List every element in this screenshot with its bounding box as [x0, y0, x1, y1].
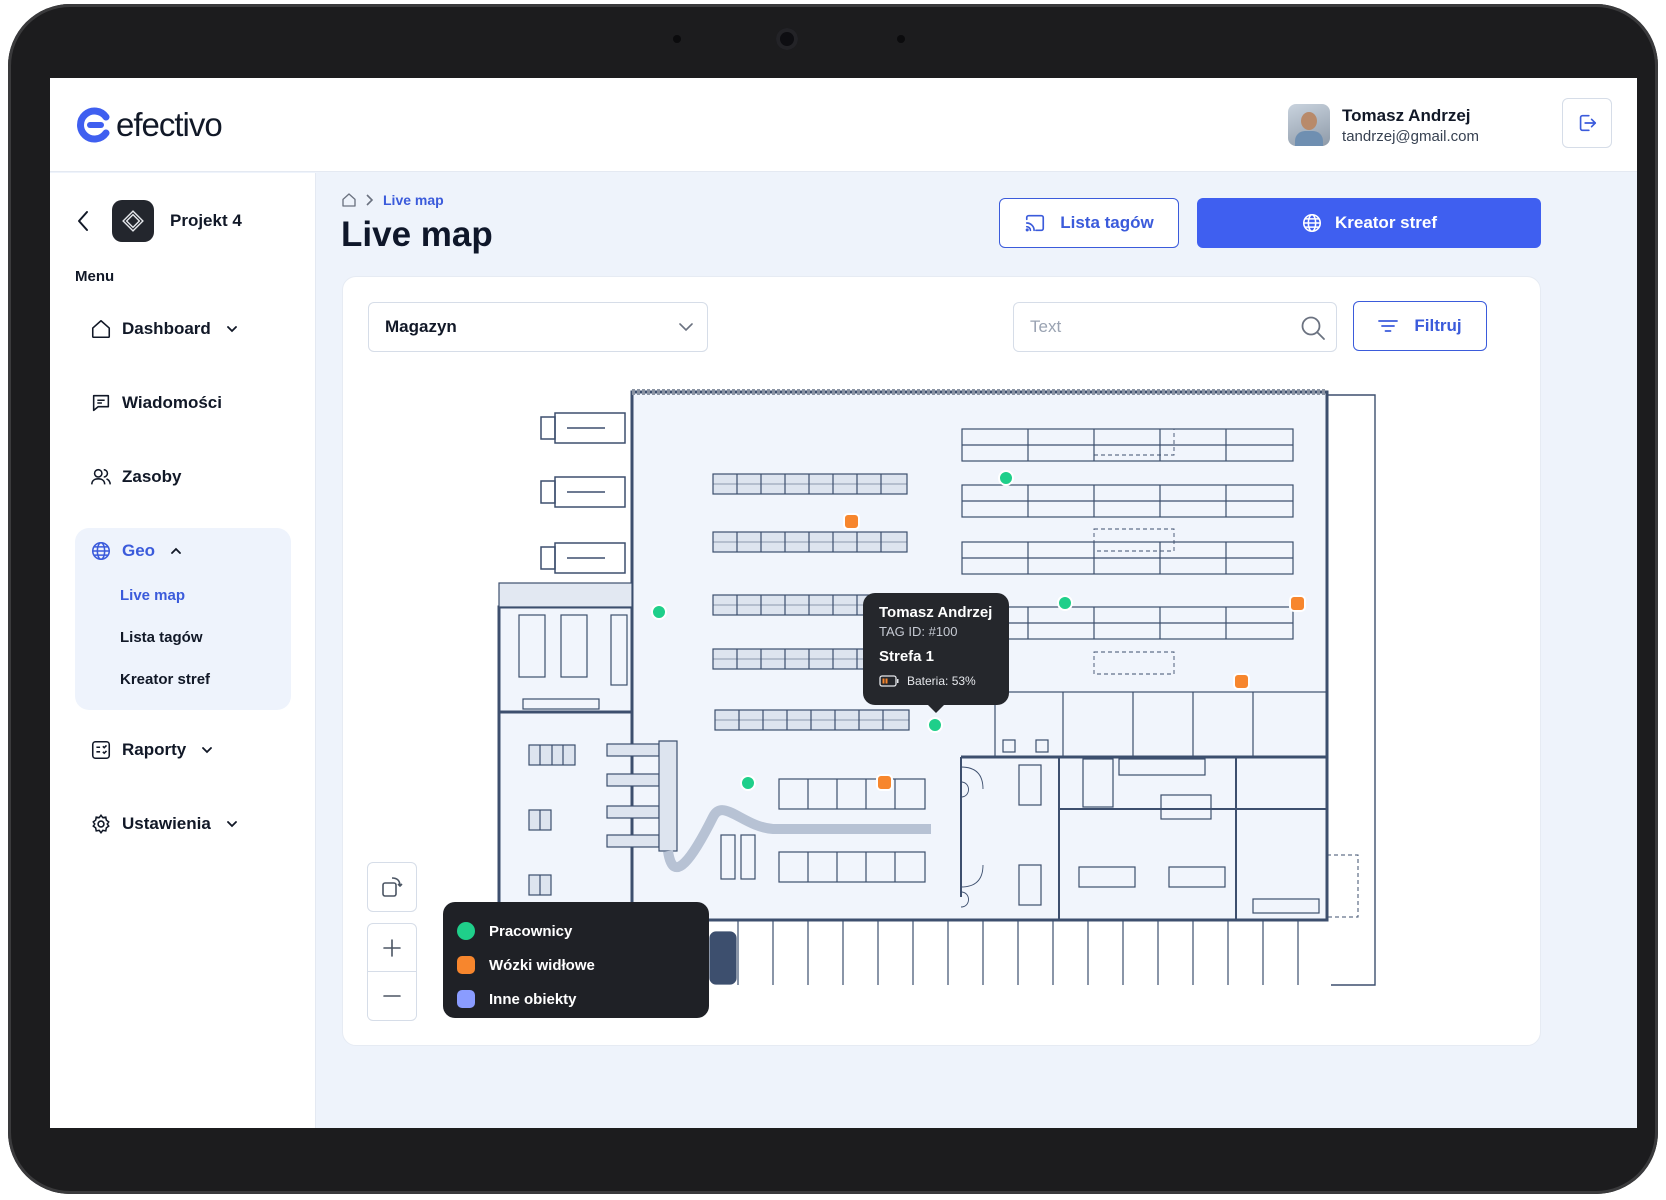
tag-list-label: Lista tagów: [1060, 213, 1154, 232]
home-icon: [91, 319, 111, 339]
chevron-down-icon: [226, 821, 237, 828]
menu-label: Menu: [75, 268, 115, 285]
sidebar-item-label: Zasoby: [122, 467, 182, 486]
project-name: Projekt 4: [170, 211, 242, 230]
filter-label: Filtruj: [1414, 316, 1462, 335]
legend-label: Pracownicy: [489, 922, 573, 940]
chevron-right-icon: [366, 194, 374, 206]
sidebar-item-reports[interactable]: Raporty: [90, 739, 213, 761]
sidebar-item-messages[interactable]: Wiadomości: [90, 392, 222, 414]
logo-mark-icon: [77, 107, 110, 143]
sidebar-subitem-live-map[interactable]: Live map: [120, 587, 185, 604]
search-input[interactable]: [1014, 303, 1264, 351]
user-name: Tomasz Andrzej: [1342, 105, 1471, 125]
report-icon: [91, 740, 111, 760]
zone-creator-label: Kreator stref: [1334, 213, 1438, 232]
sidebar-item-label: Ustawienia: [122, 814, 211, 833]
sidebar-item-label: Dashboard: [122, 319, 211, 338]
tooltip-battery: Bateria: 53%: [879, 674, 1009, 688]
plus-icon: [383, 938, 401, 957]
battery-icon: [879, 675, 899, 687]
legend-label: Wózki widłowe: [489, 956, 595, 974]
sidebar-item-settings[interactable]: Ustawienia: [90, 813, 237, 835]
legend-item: Pracownicy: [457, 914, 709, 948]
sensor-dot: [673, 35, 681, 43]
filter-icon: [1378, 320, 1399, 332]
live-map[interactable]: Tomasz Andrzej TAG ID: #100 Strefa 1 Bat…: [343, 377, 1542, 1047]
globe-icon: [1302, 213, 1321, 233]
users-icon: [91, 468, 111, 485]
top-bar: efectivo Tomasz Andrzej tandrzej@gmail.c…: [50, 78, 1637, 172]
avatar: [1288, 104, 1331, 146]
legend-label: Inne obiekty: [489, 990, 577, 1008]
tooltip-battery-label: Bateria: 53%: [907, 674, 976, 688]
filter-button[interactable]: Filtruj: [1353, 301, 1487, 351]
sidebar-item-resources[interactable]: Zasoby: [90, 466, 182, 488]
chevron-down-icon: [226, 326, 237, 333]
sidebar: Projekt 4 Menu Dashboard Wiadomości Zaso…: [50, 173, 316, 1128]
location-select[interactable]: Magazyn: [368, 302, 708, 352]
zoom-controls: [367, 923, 417, 1021]
tablet-frame: efectivo Tomasz Andrzej tandrzej@gmail.c…: [8, 4, 1658, 1194]
zoom-out-button[interactable]: [368, 972, 416, 1020]
search-box: [1013, 302, 1337, 352]
tag-tooltip: Tomasz Andrzej TAG ID: #100 Strefa 1 Bat…: [863, 593, 1009, 713]
project-logo-icon: [112, 200, 154, 242]
sidebar-subitem-tag-list[interactable]: Lista tagów: [120, 629, 203, 646]
logo-text: efectivo: [116, 106, 223, 143]
camera-icon: [776, 28, 798, 50]
back-button[interactable]: [76, 209, 94, 233]
globe-icon: [91, 541, 111, 561]
map-legend: Pracownicy Wózki widłowe Inne obiekty: [443, 902, 709, 1018]
chevron-down-icon: [202, 747, 213, 754]
home-icon[interactable]: [341, 192, 357, 208]
page-title: Live map: [341, 215, 493, 254]
cast-icon: [1025, 214, 1045, 232]
legend-dot-other: [457, 990, 475, 1008]
breadcrumb-current[interactable]: Live map: [383, 192, 444, 208]
zone-creator-button[interactable]: Kreator stref: [1197, 198, 1541, 248]
legend-item: Inne obiekty: [457, 982, 709, 1016]
sidebar-subitem-zone-creator[interactable]: Kreator stref: [120, 671, 210, 688]
rotate-icon: [382, 877, 403, 897]
map-card: Magazyn Filtruj: [342, 276, 1541, 1046]
logout-button[interactable]: [1562, 98, 1612, 148]
legend-dot-forklifts: [457, 956, 475, 974]
zoom-in-button[interactable]: [368, 924, 416, 972]
legend-dot-workers: [457, 922, 475, 940]
app-screen: efectivo Tomasz Andrzej tandrzej@gmail.c…: [50, 78, 1637, 1128]
sidebar-item-label: Wiadomości: [122, 393, 222, 412]
sensor-dot: [897, 35, 905, 43]
user-email: tandrzej@gmail.com: [1342, 127, 1479, 145]
chat-icon: [92, 394, 110, 412]
logout-icon: [1579, 114, 1597, 132]
tooltip-zone: Strefa 1: [879, 648, 935, 665]
sidebar-item-label: Raporty: [122, 740, 187, 759]
rotate-map-button[interactable]: [367, 862, 417, 912]
tag-list-button[interactable]: Lista tagów: [999, 198, 1179, 248]
app-logo[interactable]: efectivo: [76, 106, 223, 144]
sidebar-item-geo[interactable]: Geo: [90, 540, 181, 562]
search-icon[interactable]: [1300, 315, 1326, 341]
project-header: Projekt 4: [76, 200, 242, 242]
legend-item: Wózki widłowe: [457, 948, 709, 982]
sidebar-item-dashboard[interactable]: Dashboard: [90, 318, 237, 340]
location-select-value: Magazyn: [385, 317, 457, 336]
user-profile[interactable]: Tomasz Andrzej tandrzej@gmail.com: [1288, 104, 1479, 146]
chevron-up-icon: [171, 547, 181, 554]
main-content: Live map Live map Lista tagów Kreator st…: [317, 173, 1637, 1128]
minus-icon: [383, 995, 401, 997]
breadcrumb: Live map: [341, 192, 444, 208]
chevron-down-icon: [679, 322, 693, 331]
sidebar-item-label: Geo: [122, 541, 156, 560]
tooltip-name: Tomasz Andrzej: [879, 604, 993, 621]
gear-icon: [92, 814, 110, 834]
tooltip-tag-id: TAG ID: #100: [879, 624, 958, 639]
chevron-left-icon: [78, 211, 88, 231]
